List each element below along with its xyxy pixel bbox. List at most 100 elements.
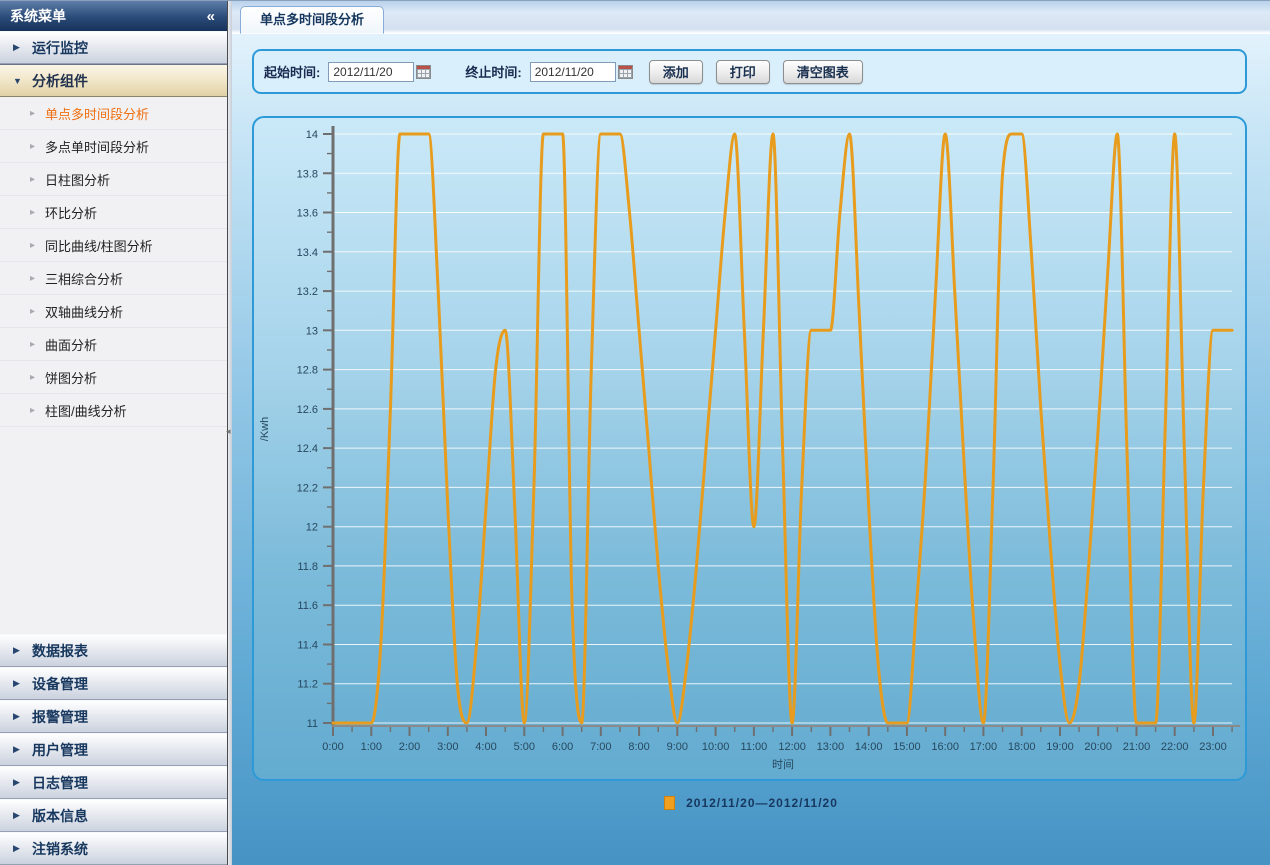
- sidebar-item-label: 双轴曲线分析: [45, 302, 123, 321]
- sidebar-menu-bottom: ▶数据报表▶设备管理▶报警管理▶用户管理▶日志管理▶版本信息▶注销系统: [0, 634, 227, 865]
- svg-text:13:00: 13:00: [817, 741, 845, 753]
- svg-text:12: 12: [306, 522, 318, 534]
- y-ticks: [323, 134, 332, 723]
- svg-text:11.8: 11.8: [297, 561, 318, 573]
- svg-text:11:00: 11:00: [741, 741, 768, 753]
- svg-text:12.6: 12.6: [297, 404, 318, 416]
- svg-text:18:00: 18:00: [1008, 741, 1036, 753]
- sidebar-item-曲面分析[interactable]: ▸ 曲面分析: [0, 328, 227, 361]
- x-ticks: [333, 727, 1232, 736]
- svg-text:11.2: 11.2: [297, 679, 318, 691]
- svg-text:7:00: 7:00: [590, 741, 611, 753]
- svg-text:15:00: 15:00: [893, 741, 921, 753]
- triangle-right-icon: ▶: [13, 678, 23, 689]
- sidebar-section-注销系统[interactable]: ▶ 注销系统: [0, 832, 227, 865]
- svg-text:8:00: 8:00: [628, 741, 649, 753]
- sidebar-section-报警管理[interactable]: ▶ 报警管理: [0, 700, 227, 733]
- sidebar-section-label: 分析组件: [32, 71, 88, 91]
- sidebar-section-分析组件[interactable]: ▼分析组件: [0, 64, 227, 97]
- end-calendar-icon[interactable]: [618, 65, 633, 79]
- sidebar-section-日志管理[interactable]: ▶日志管理: [0, 766, 227, 799]
- chart-legend: 2012/11/20—2012/11/20: [232, 796, 1270, 810]
- triangle-right-icon: ▸: [30, 108, 35, 119]
- chart-panel: 1111.211.411.611.81212.212.412.612.81313…: [252, 116, 1247, 781]
- tab-single-point-multi-period-analysis[interactable]: 单点多时间段分析: [240, 6, 384, 34]
- svg-text:2:00: 2:00: [399, 741, 420, 753]
- svg-text:12.2: 12.2: [297, 482, 318, 494]
- triangle-right-icon: ▸: [30, 174, 35, 185]
- svg-text:12.4: 12.4: [297, 443, 318, 455]
- sidebar-item-多点单时间段分析[interactable]: ▸ 多点单时间段分析: [0, 130, 227, 163]
- sidebar-item-日柱图分析[interactable]: ▸ 日柱图分析: [0, 163, 227, 196]
- splitter-collapse-icon[interactable]: ◂: [226, 426, 231, 437]
- sidebar-item-三相综合分析[interactable]: ▸三相综合分析: [0, 262, 227, 295]
- svg-text:16:00: 16:00: [931, 741, 959, 753]
- svg-text:14: 14: [306, 129, 318, 141]
- sidebar: 系统菜单 « ▶ 运行监控 ▼分析组件 ▸ 单点多时间段分析 ▸ 多点单时间段分析 ▸ 日柱图分…: [0, 1, 228, 865]
- sidebar-item-label: 同比曲线/柱图分析: [45, 236, 153, 255]
- sidebar-title: 系统菜单: [10, 6, 66, 26]
- sidebar-section-设备管理[interactable]: ▶ 设备管理: [0, 667, 227, 700]
- add-button[interactable]: 添加: [649, 60, 703, 84]
- sidebar-section-label: 设备管理: [32, 674, 88, 694]
- svg-text:3:00: 3:00: [437, 741, 458, 753]
- triangle-right-icon: ▸: [30, 141, 35, 152]
- sidebar-item-环比分析[interactable]: ▸环比分析: [0, 196, 227, 229]
- sidebar-menu: ▶运行监控▼分析组件▸单点多时间段分析▸多点单时间段分析▸日柱图分析▸环比分析▸…: [0, 31, 227, 427]
- triangle-right-icon: ▸: [30, 273, 35, 284]
- sidebar-section-用户管理[interactable]: ▶用户管理: [0, 733, 227, 766]
- svg-text:11: 11: [307, 718, 318, 730]
- start-calendar-icon[interactable]: [416, 65, 431, 79]
- sidebar-section-label: 运行监控: [32, 38, 88, 58]
- svg-text:13.6: 13.6: [297, 208, 318, 220]
- triangle-right-icon: ▸: [30, 339, 35, 350]
- sidebar-item-柱图/曲线分析[interactable]: ▸ 柱图/曲线分析: [0, 394, 227, 427]
- svg-text:14:00: 14:00: [855, 741, 883, 753]
- sidebar-item-label: 多点单时间段分析: [45, 137, 149, 156]
- sidebar-submenu: ▸单点多时间段分析▸多点单时间段分析▸日柱图分析▸环比分析▸同比曲线/柱图分析▸…: [0, 97, 227, 427]
- sidebar-section-label: 报警管理: [32, 707, 88, 727]
- triangle-right-icon: ▶: [13, 42, 23, 53]
- svg-text:21:00: 21:00: [1123, 741, 1151, 753]
- end-time-input[interactable]: [530, 62, 616, 82]
- triangle-right-icon: ▸: [30, 405, 35, 416]
- svg-text:10:00: 10:00: [702, 741, 730, 753]
- sidebar-item-单点多时间段分析[interactable]: ▸ 单点多时间段分析: [0, 97, 227, 130]
- sidebar-item-label: 日柱图分析: [45, 170, 110, 189]
- toolbar-panel: 起始时间: 终止时间: 添加打印清空图表: [252, 49, 1247, 94]
- sidebar-item-label: 柱图/曲线分析: [45, 401, 127, 420]
- end-time-label: 终止时间:: [465, 62, 521, 81]
- triangle-right-icon: ▸: [30, 372, 35, 383]
- sidebar-section-label: 版本信息: [32, 806, 88, 826]
- triangle-right-icon: ▶: [13, 711, 23, 722]
- triangle-right-icon: ▶: [13, 744, 23, 755]
- y-axis-title: /Kwh: [259, 417, 271, 441]
- sidebar-filler: [0, 427, 227, 634]
- line-chart: 1111.211.411.611.81212.212.412.612.81313…: [254, 118, 1245, 779]
- sidebar-item-饼图分析[interactable]: ▸ 饼图分析: [0, 361, 227, 394]
- sidebar-section-label: 注销系统: [32, 839, 88, 859]
- sidebar-item-同比曲线/柱图分析[interactable]: ▸同比曲线/柱图分析: [0, 229, 227, 262]
- svg-text:17:00: 17:00: [970, 741, 998, 753]
- svg-text:6:00: 6:00: [552, 741, 573, 753]
- main-area: 单点多时间段分析 起始时间: 终止时间: 添加打印清空图表 1111.211.4…: [232, 1, 1270, 865]
- sidebar-item-label: 曲面分析: [45, 335, 97, 354]
- sidebar-item-label: 单点多时间段分析: [45, 104, 149, 123]
- sidebar-section-数据报表[interactable]: ▶数据报表: [0, 634, 227, 667]
- svg-text:12.8: 12.8: [297, 365, 318, 377]
- triangle-right-icon: ▶: [13, 843, 23, 854]
- svg-text:9:00: 9:00: [667, 741, 688, 753]
- svg-text:19:00: 19:00: [1046, 741, 1074, 753]
- sidebar-item-label: 环比分析: [45, 203, 97, 222]
- sidebar-item-label: 饼图分析: [45, 368, 97, 387]
- sidebar-item-双轴曲线分析[interactable]: ▸双轴曲线分析: [0, 295, 227, 328]
- sidebar-section-运行监控[interactable]: ▶ 运行监控: [0, 31, 227, 64]
- tab-bar: 单点多时间段分析: [232, 1, 1270, 34]
- sidebar-section-版本信息[interactable]: ▶版本信息: [0, 799, 227, 832]
- sidebar-header: 系统菜单 «: [0, 1, 227, 31]
- x-axis-title: 时间: [772, 758, 794, 771]
- clear-chart-button[interactable]: 清空图表: [783, 60, 863, 84]
- print-button[interactable]: 打印: [716, 60, 770, 84]
- collapse-sidebar-icon[interactable]: «: [207, 8, 217, 25]
- start-time-input[interactable]: [328, 62, 414, 82]
